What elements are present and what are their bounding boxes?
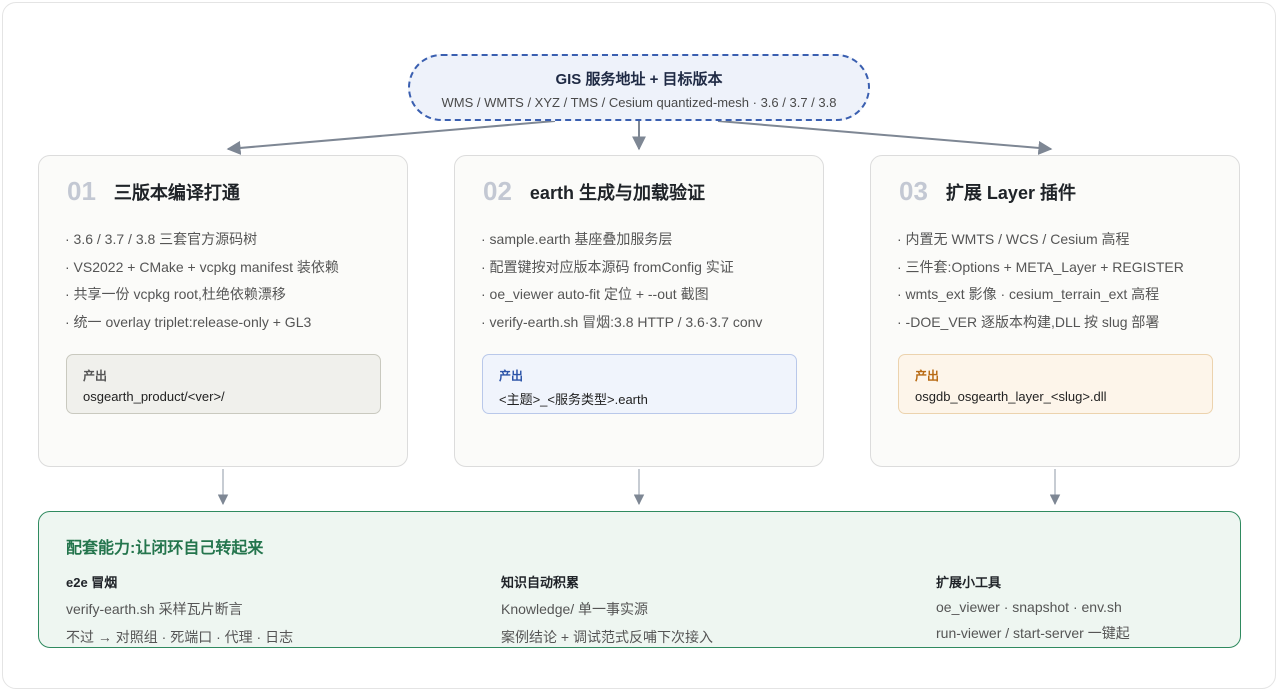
output-label: 产出 <box>915 369 940 383</box>
support-column-line: 不过 → 对照组 · 死端口 · 代理 · 日志 <box>66 629 294 645</box>
support-column-line: Knowledge/ 单一事实源 <box>501 601 649 617</box>
card-number: 02 <box>483 176 512 206</box>
support-panel-title: 配套能力:让闭环自己转起来 <box>66 540 264 557</box>
card-number: 01 <box>67 176 96 206</box>
support-column-e2e: e2e 冒烟 verify-earth.sh 采样瓦片断言 不过 → 对照组 ·… <box>66 572 293 647</box>
card-bullet: · 配置键按对应版本源码 fromConfig 实证 <box>481 258 734 275</box>
support-column-knowledge: 知识自动积累 Knowledge/ 单一事实源 案例结论 + 调试范式反哺下次接… <box>501 572 713 647</box>
card-bullet: · wmts_ext 影像 · cesium_terrain_ext 高程 <box>897 286 1160 302</box>
card-bullet: · -DOE_VER 逐版本构建,DLL 按 slug 部署 <box>897 313 1160 330</box>
card-bullet-list: · 内置无 WMTS / WCS / Cesium 高程 · 三件套:Optio… <box>897 228 1184 338</box>
card-bullet-list: · sample.earth 基座叠加服务层 · 配置键按对应版本源码 from… <box>481 228 762 338</box>
output-value: osgearth_product/<ver>/ <box>83 389 225 404</box>
output-value: osgdb_osgearth_layer_<slug>.dll <box>915 389 1107 404</box>
support-column-tools: 扩展小工具 oe_viewer · snapshot · env.sh run-… <box>936 572 1130 643</box>
input-node-title: GIS 服务地址 + 目标版本 <box>555 71 723 88</box>
stage-card-build: 01 三版本编译打通 · 3.6 / 3.7 / 3.8 三套官方源码树 · VS… <box>38 155 408 467</box>
support-column-line: oe_viewer · snapshot · env.sh <box>936 599 1122 615</box>
support-column-line: verify-earth.sh 采样瓦片断言 <box>66 601 243 617</box>
arrow-to-card-1 <box>226 120 556 155</box>
support-column-title: e2e 冒烟 <box>66 575 118 590</box>
output-box: 产出 osgdb_osgearth_layer_<slug>.dll <box>898 354 1213 414</box>
card-bullet: · 统一 overlay triplet:release-only + GL3 <box>65 313 312 330</box>
support-column-title: 扩展小工具 <box>936 575 1002 590</box>
card-bullet: · 3.6 / 3.7 / 3.8 三套官方源码树 <box>65 231 258 247</box>
input-node-subtitle: WMS / WMTS / XYZ / TMS / Cesium quantize… <box>441 95 837 110</box>
support-panel: 配套能力:让闭环自己转起来 e2e 冒烟 verify-earth.sh 采样瓦… <box>38 511 1241 648</box>
output-label: 产出 <box>83 369 108 383</box>
arrow-to-card-3 <box>717 120 1053 155</box>
card-bullet: · 内置无 WMTS / WCS / Cesium 高程 <box>897 231 1130 247</box>
card-header: 01 三版本编译打通 <box>67 176 240 207</box>
output-label: 产出 <box>499 369 524 383</box>
card-bullet: · verify-earth.sh 冒烟:3.8 HTTP / 3.6·3.7 … <box>481 313 763 330</box>
support-column-line: run-viewer / start-server 一键起 <box>936 625 1130 641</box>
output-box: 产出 osgearth_product/<ver>/ <box>66 354 381 414</box>
card-bullet: · oe_viewer auto-fit 定位 + --out 截图 <box>481 286 709 302</box>
card-title: 扩展 Layer 插件 <box>945 182 1076 203</box>
card-title: 三版本编译打通 <box>113 182 240 203</box>
card-bullet: · 共享一份 vcpkg root,杜绝依赖漂移 <box>65 286 286 302</box>
card-number: 03 <box>899 176 928 206</box>
card-bullet: · 三件套:Options + META_Layer + REGISTER <box>897 258 1184 275</box>
output-value: <主题>_<服务类型>.earth <box>499 392 648 407</box>
card-header: 02 earth 生成与加载验证 <box>483 176 705 207</box>
card-bullet: · sample.earth 基座叠加服务层 <box>481 231 673 247</box>
stage-card-earth: 02 earth 生成与加载验证 · sample.earth 基座叠加服务层 ·… <box>454 155 824 467</box>
stage-card-layer-plugin: 03 扩展 Layer 插件 · 内置无 WMTS / WCS / Cesium … <box>870 155 1240 467</box>
card-bullet-list: · 3.6 / 3.7 / 3.8 三套官方源码树 · VS2022 + CMa… <box>65 228 339 338</box>
card-title: earth 生成与加载验证 <box>529 182 705 203</box>
support-column-title: 知识自动积累 <box>501 575 580 590</box>
output-box: 产出 <主题>_<服务类型>.earth <box>482 354 797 414</box>
card-bullet: · VS2022 + CMake + vcpkg manifest 装依赖 <box>65 258 339 275</box>
input-node: GIS 服务地址 + 目标版本 WMS / WMTS / XYZ / TMS /… <box>408 54 870 121</box>
card-header: 03 扩展 Layer 插件 <box>899 176 1076 207</box>
support-column-line: 案例结论 + 调试范式反哺下次接入 <box>501 629 713 645</box>
